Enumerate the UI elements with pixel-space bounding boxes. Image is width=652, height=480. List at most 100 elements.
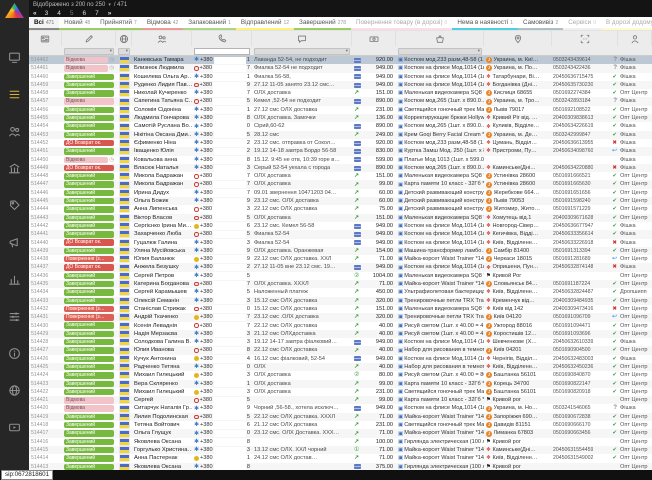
filter-dropdown-comment[interactable]: ▾	[254, 48, 350, 55]
column-header-payment[interactable]	[352, 31, 396, 46]
column-header-id[interactable]	[29, 31, 62, 46]
order-row[interactable]: 514416ЗавершенийЯковлева Оксана✱+3808↗10…	[29, 438, 652, 446]
order-row[interactable]: 514437ДО Возврат ок.Анжела Безушку✱+3802…	[29, 263, 652, 271]
order-row[interactable]: 514418ЗавершенийТетяна Войтович✱+380621.…	[29, 421, 652, 429]
ukraine-flag-icon	[120, 306, 129, 312]
pagination-first[interactable]: «	[33, 10, 36, 17]
delivery-address: Львів 79017	[494, 106, 525, 114]
order-row[interactable]: 514438Повернення (з…Юлия Баланюк+380922.…	[29, 255, 652, 263]
order-row[interactable]: 514422ЗавершенийМихаил Гилецький+3803ОЛХ…	[29, 388, 652, 396]
order-row[interactable]: 514460ЗавершенийКошелева Ольга Ар…✱+3801…	[29, 73, 652, 81]
order-row[interactable]: 514441ЗавершенийЗахарченко Люба+3805Фиал…	[29, 230, 652, 238]
filter-dropdown-status[interactable]: ▾	[64, 48, 114, 55]
filter-input-phone[interactable]	[194, 48, 250, 55]
column-header-tracking[interactable]	[552, 31, 618, 46]
order-row[interactable]: 514421ВідмоваСергей+3805↗99.00▣Карта пам…	[29, 396, 652, 404]
filter-dropdown-products[interactable]: ▾	[398, 48, 482, 55]
tab-всі[interactable]: Всі471	[29, 17, 59, 30]
order-row[interactable]: 514444ЗавершенийАнна Липенська+380322.12…	[29, 205, 652, 213]
order-row[interactable]: 514451ЗавершенийІващенко Юлія✱+380219.12…	[29, 147, 652, 155]
source-olx-icon	[194, 390, 199, 395]
order-row[interactable]: 514449ДО Возврат ок.Власюк Наталья✱+3803…	[29, 164, 652, 172]
order-row[interactable]: 514442ЗавершенийСергієнко Ірина Ми…+3806…	[29, 222, 652, 230]
product-name: Карта памяти 10 класс - 32Гб *1…	[404, 180, 484, 188]
order-row[interactable]: 514459ЗавершенийРуденко Лидия Пав…+38092…	[29, 81, 652, 89]
sidebar-item-orders[interactable]	[8, 87, 22, 101]
column-header-comment[interactable]	[252, 31, 352, 46]
sidebar-item-statistics[interactable]	[8, 272, 22, 286]
tab-відмова[interactable]: Відмова42	[142, 17, 183, 30]
filter-dropdown-country[interactable]: ▾	[118, 48, 130, 55]
order-row[interactable]: 514426ЗавершенийКучук Антонина+380416.12…	[29, 355, 652, 363]
order-row[interactable]: 514429ЗавершенийНадія Мерзаєва✱+380321.1…	[29, 330, 652, 338]
tab-сервіси[interactable]: Сервіси0	[563, 17, 601, 30]
sidebar-item-company[interactable]	[8, 161, 22, 175]
order-row[interactable]: 514433ЗавершенийОлексій Семанін✱+380315.…	[29, 297, 652, 305]
tab-прийнятий[interactable]: Прийнятий7	[95, 17, 142, 30]
tab-запакований[interactable]: Запакований1	[183, 17, 236, 30]
order-row[interactable]: 514435ЗавершенийКатерина Богданова+3807О…	[29, 280, 652, 288]
order-row[interactable]: 514456ЗавершенийСоломія Сідоніна✱+380127…	[29, 106, 652, 114]
order-row[interactable]: 514439ЗавершенийУляна Мусійовська✱+3809О…	[29, 247, 652, 255]
order-row[interactable]: 514419ЗавершенийЛилия Подолинская+380522…	[29, 413, 652, 421]
column-header-manager[interactable]	[618, 31, 652, 46]
order-row[interactable]: 514453ЗавершенийНікітіна Оксана Дми…✱+38…	[29, 131, 652, 139]
tab-новий[interactable]: Новий48	[59, 17, 95, 30]
sidebar-item-video[interactable]	[8, 420, 22, 434]
column-header-products[interactable]	[396, 31, 484, 46]
order-row[interactable]: 514458ЗавершенийНиколай Кучеренко✱+3807О…	[29, 89, 652, 97]
column-header-status[interactable]	[62, 31, 116, 46]
order-row[interactable]: 514448ЗавершенийМикола Бадражан+3807ОЛХ …	[29, 172, 652, 180]
order-row[interactable]: 514427ЗавершенийЮлия Иванова+380822.12 с…	[29, 346, 652, 354]
order-row[interactable]: 514457ВідмоваСапегина Татьяна С…+3805Кем…	[29, 97, 652, 105]
order-row[interactable]: 514447ЗавершенийМикола Бадражан+3807ОЛХ …	[29, 180, 652, 188]
order-row[interactable]: 514415ЗавершенийГоргулько Христина…✱+380…	[29, 446, 652, 454]
tab-нема-в-наявності[interactable]: Нема в наявності1	[452, 17, 518, 30]
sidebar-item-settings[interactable]	[8, 309, 22, 323]
order-row[interactable]: 514440ДО Возврат ок.Гуцалюк Галина✱+3803…	[29, 239, 652, 247]
tab-в-дорозі-додому[interactable]: В дорозі додому0	[601, 17, 652, 30]
order-row[interactable]: 514430ЗавершенийКсенія Леваднія+380722.1…	[29, 322, 652, 330]
tab-самовивіз[interactable]: Самовивіз2	[518, 17, 563, 30]
order-row[interactable]: 514455ЗавершенийЛюдмила Гончарова✱+3808О…	[29, 114, 652, 122]
pagination-last[interactable]: »	[108, 10, 111, 17]
order-row[interactable]: 514434ЗавершенийСергей Карамышев✱+3805На…	[29, 288, 652, 296]
tab-відправлений[interactable]: Відправлений12	[236, 17, 294, 30]
sidebar-item-info[interactable]	[8, 346, 22, 360]
order-row[interactable]: 514454ЗавершенийСамотій Руслана Во…✱+380…	[29, 122, 652, 130]
page-size-dropdown[interactable]: ▾	[108, 2, 111, 8]
pagination-page-4[interactable]: 4	[57, 10, 61, 17]
sidebar-item-dashboard[interactable]	[8, 50, 22, 64]
order-row[interactable]: 514420ВідмоваСитарчук Наталія Гр…✱+3809Ч…	[29, 404, 652, 412]
order-row[interactable]: 514436ЗавершенийСергей Петров✱+3805②1004…	[29, 272, 652, 280]
order-row[interactable]: 514424ЗавершенийМихаил Гилецький+3803ОЛХ…	[29, 371, 652, 379]
column-header-address[interactable]	[484, 31, 552, 46]
order-row[interactable]: 514423ЗавершенийВера Скляренко✱+3801ОЛХ …	[29, 380, 652, 388]
order-row[interactable]: 514443ЗавершенийВіктор Власов+3805ОЛХ до…	[29, 214, 652, 222]
column-header-country[interactable]	[116, 31, 132, 46]
column-header-phone[interactable]	[192, 31, 252, 46]
order-row[interactable]: 514432Повернення (з…Станіслав Стрижак+38…	[29, 305, 652, 313]
sidebar-item-web[interactable]	[8, 383, 22, 397]
tab-завершений[interactable]: Завершений278	[294, 17, 351, 30]
column-header-client[interactable]	[132, 31, 192, 46]
sidebar-item-products[interactable]	[8, 198, 22, 212]
order-row[interactable]: 514425ЗавершенийРадченко Тетяна✱+3800ОЛХ…	[29, 363, 652, 371]
pagination-page-5[interactable]: 5	[70, 10, 74, 17]
order-row[interactable]: 514428ЗавершенийСолодкова Галина В…✱+380…	[29, 338, 652, 346]
sidebar-item-marketing[interactable]	[8, 235, 22, 249]
order-row[interactable]: 514450Відмова◷Ковальова анна✱+380815.12.…	[29, 156, 652, 164]
order-row[interactable]: 514446ЗавершенийИрина Дидух✱+380709.01 з…	[29, 189, 652, 197]
pagination-page-3[interactable]: 3	[45, 10, 49, 17]
pagination-page-7[interactable]: 7	[95, 10, 99, 17]
order-row[interactable]: 514445ЗавершенийОльга Божик✱+380923.12 с…	[29, 197, 652, 205]
pagination-page-6[interactable]: 6	[83, 10, 87, 17]
order-row[interactable]: 514431Повернення (з…Андрій Ткаченко+3807…	[29, 313, 652, 321]
sidebar-item-clients[interactable]	[8, 124, 22, 138]
order-row[interactable]: 514452ДО Возврат ок.Єфименко Ніна✱+38022…	[29, 139, 652, 147]
order-row[interactable]: 514414ЗавершенийАнна Пастернак+380124.12…	[29, 454, 652, 462]
tab-повернення-товару-в-дорозі-[interactable]: Повернення товару (в дорозі)0	[351, 17, 452, 30]
order-row[interactable]: 514417ЗавершенийОльга Глущук✱+380023.12 …	[29, 429, 652, 437]
order-row[interactable]: 514462Відмова◷Каневська Тамара✱+3801Лава…	[29, 56, 652, 64]
order-row[interactable]: 514461Відмова◷Близнюк Людмила+3807Фиалка…	[29, 64, 652, 72]
